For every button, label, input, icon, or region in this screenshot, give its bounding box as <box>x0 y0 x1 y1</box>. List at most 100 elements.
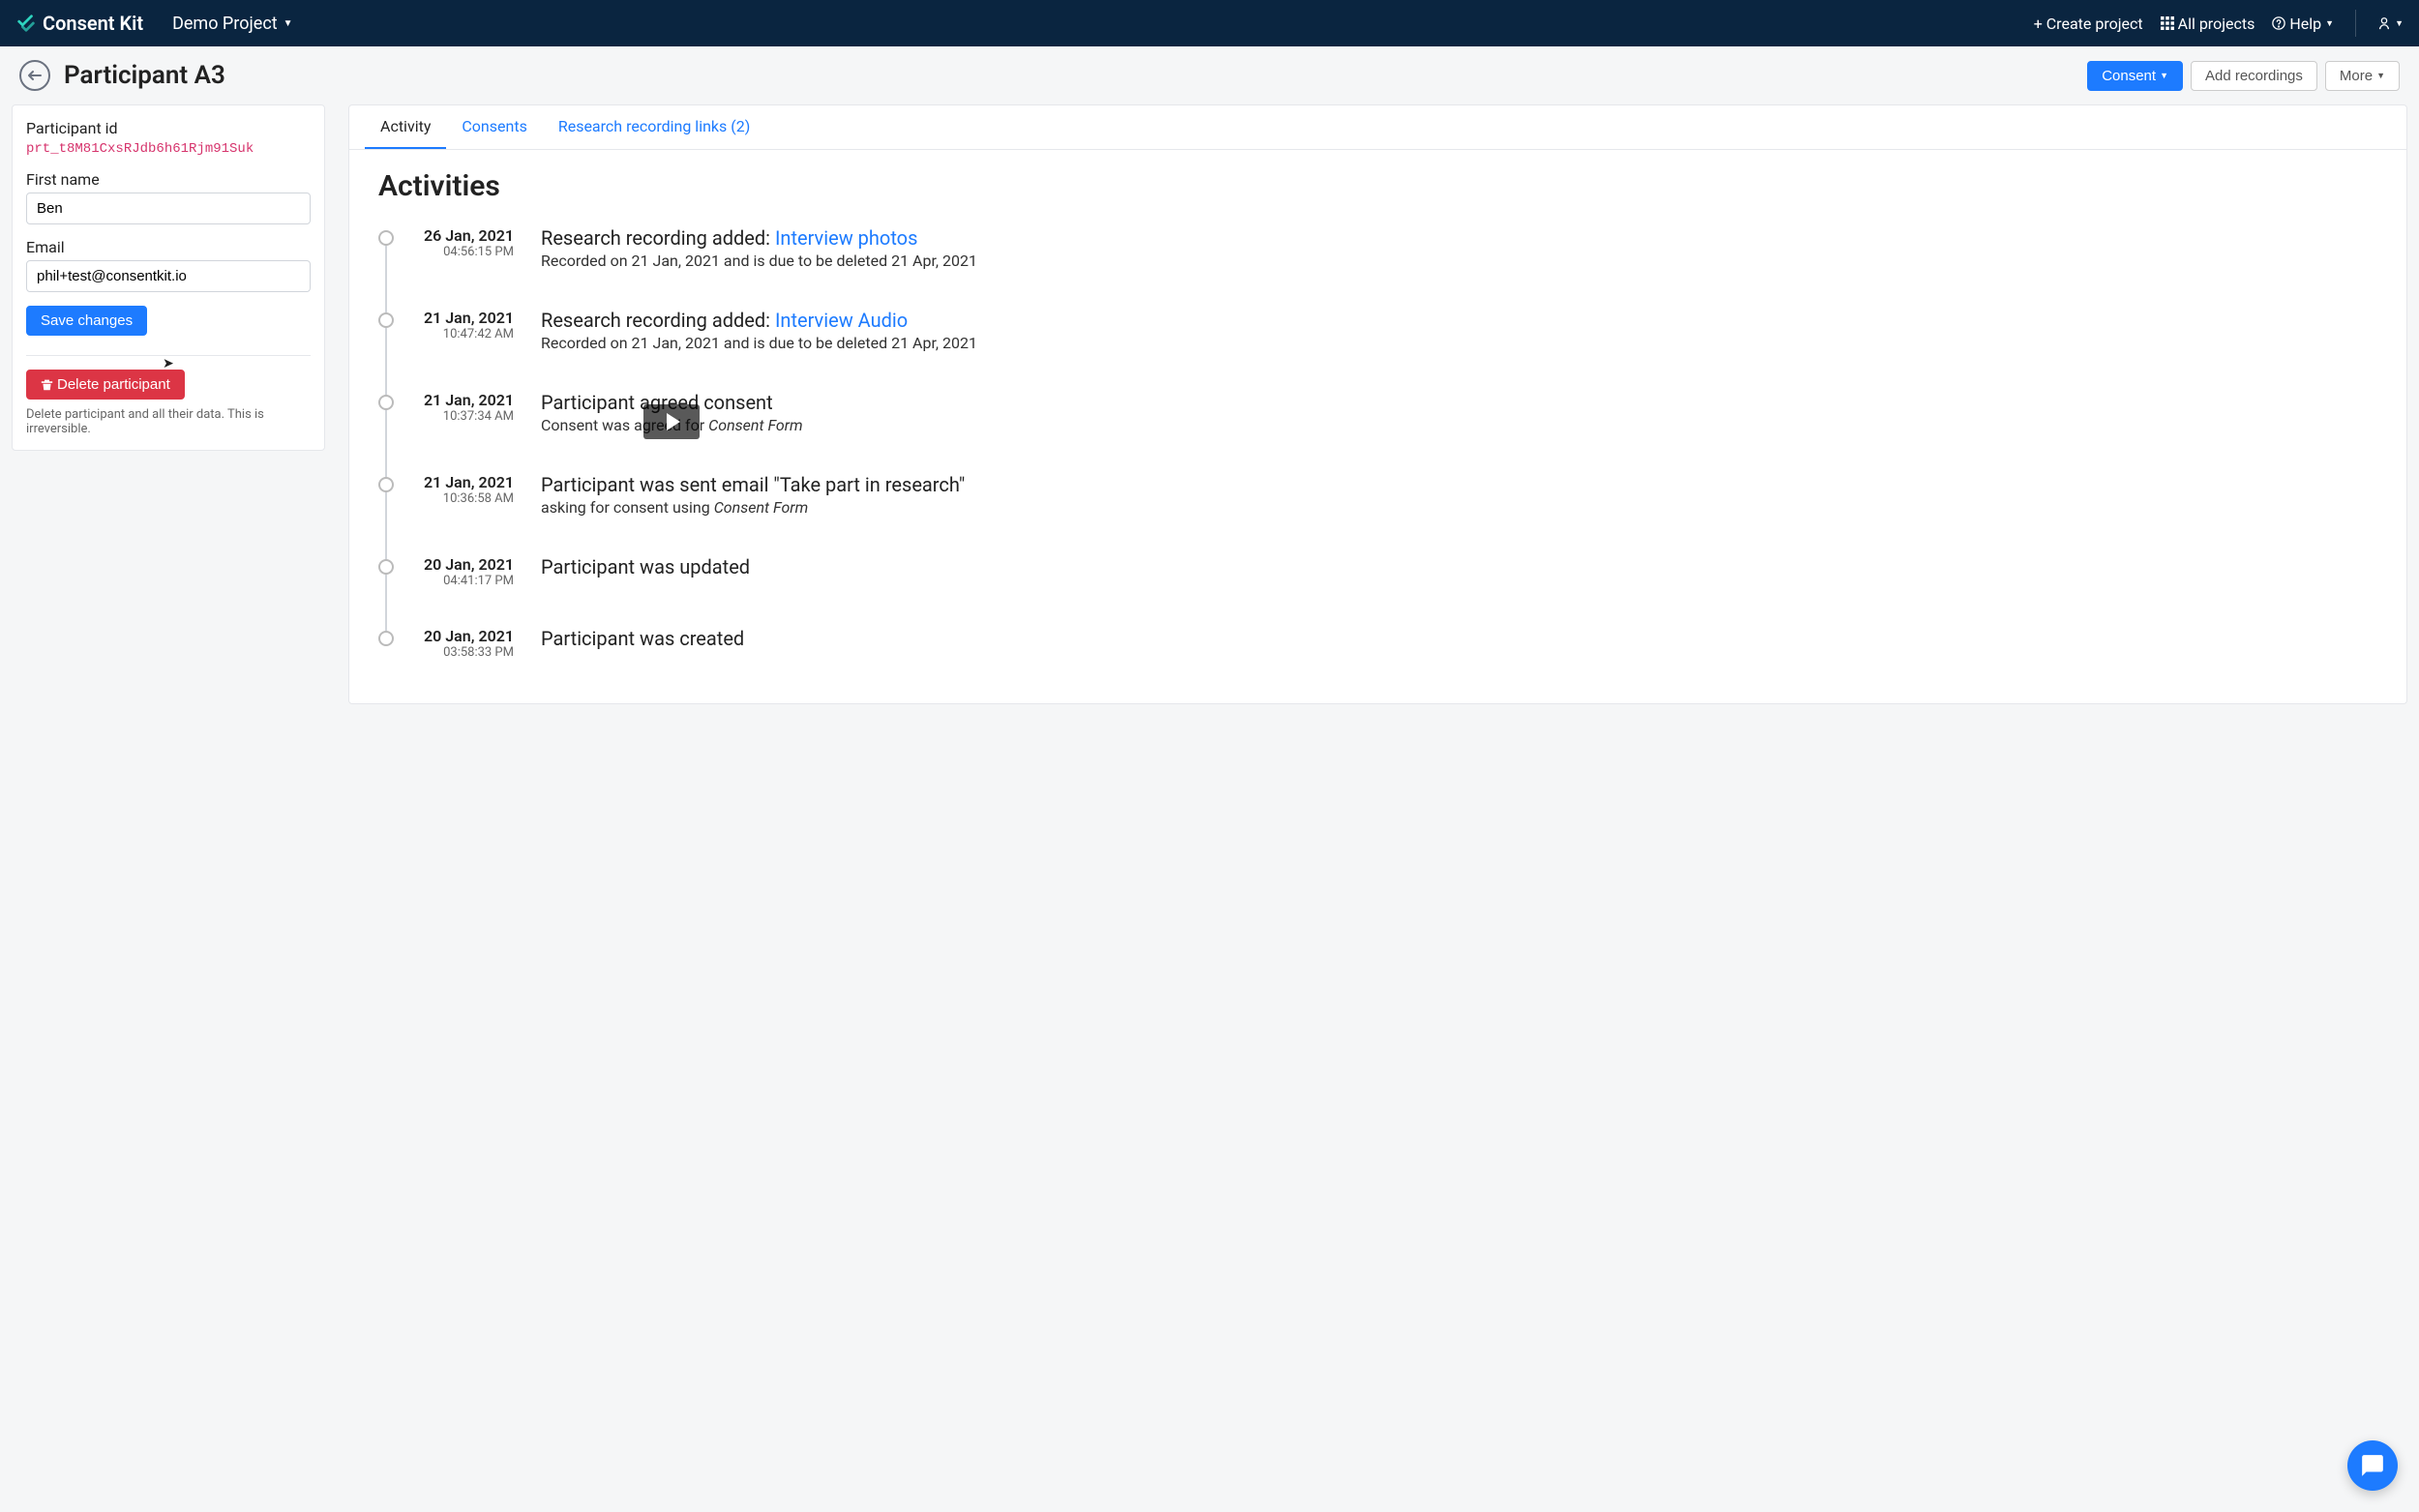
activity-date: 20 Jan, 2021 <box>421 555 514 574</box>
tab-activity[interactable]: Activity <box>365 105 446 149</box>
create-project-link[interactable]: + Create project <box>2034 15 2143 33</box>
timeline-dot <box>378 631 394 646</box>
brand-logo[interactable]: Consent Kit <box>15 12 143 35</box>
activity-title: Participant was created <box>541 627 2377 650</box>
help-label: Help <box>2289 15 2321 33</box>
timeline-dot <box>378 230 394 246</box>
divider <box>26 355 311 356</box>
activity-timestamp: 21 Jan, 2021 10:36:58 AM <box>421 473 514 517</box>
activity-date: 20 Jan, 2021 <box>421 627 514 645</box>
activity-description: Consent was agreed for Consent Form <box>541 416 2377 434</box>
activity-time: 04:41:17 PM <box>421 574 514 588</box>
first-name-input[interactable] <box>26 193 311 224</box>
activity-item: 21 Jan, 2021 10:36:58 AM Participant was… <box>378 473 2377 517</box>
page-title: Participant A3 <box>64 61 2087 90</box>
participant-form-panel: Participant id prt_t8M81CxsRJdb6h61Rjm91… <box>12 104 325 451</box>
more-button-label: More <box>2340 68 2373 84</box>
activity-date: 21 Jan, 2021 <box>421 391 514 409</box>
email-label: Email <box>26 238 311 256</box>
caret-down-icon: ▼ <box>2325 18 2334 29</box>
user-icon <box>2377 16 2391 30</box>
help-icon <box>2272 16 2285 30</box>
create-project-label: Create project <box>2046 15 2143 33</box>
activity-timeline: 26 Jan, 2021 04:56:15 PM Research record… <box>378 226 2377 660</box>
caret-down-icon: ▼ <box>2395 18 2404 29</box>
activity-description: Recorded on 21 Jan, 2021 and is due to b… <box>541 334 2377 352</box>
back-button[interactable] <box>19 60 50 91</box>
activity-time: 10:36:58 AM <box>421 491 514 506</box>
activity-timestamp: 20 Jan, 2021 03:58:33 PM <box>421 627 514 660</box>
delete-button-label: Delete participant <box>57 376 170 393</box>
tab-consents[interactable]: Consents <box>446 105 542 149</box>
delete-participant-button[interactable]: Delete participant <box>26 370 185 400</box>
activity-item: 21 Jan, 2021 10:47:42 AM Research record… <box>378 309 2377 352</box>
project-selector[interactable]: Demo Project ▼ <box>172 14 293 34</box>
nav-divider <box>2355 10 2356 37</box>
activity-title: Participant was sent email "Take part in… <box>541 473 2377 496</box>
tabs: Activity Consents Research recording lin… <box>349 105 2406 150</box>
timeline-dot <box>378 477 394 492</box>
grid-icon <box>2161 16 2174 30</box>
activity-time: 10:47:42 AM <box>421 327 514 341</box>
activity-title: Research recording added: Interview phot… <box>541 226 2377 250</box>
activity-item: 26 Jan, 2021 04:56:15 PM Research record… <box>378 226 2377 270</box>
caret-down-icon: ▼ <box>284 18 293 29</box>
activity-date: 21 Jan, 2021 <box>421 473 514 491</box>
activity-date: 21 Jan, 2021 <box>421 309 514 327</box>
help-link[interactable]: Help ▼ <box>2272 15 2334 33</box>
page-header: Participant A3 Consent ▼ Add recordings … <box>0 46 2419 104</box>
activity-title-text: Participant was created <box>541 627 744 650</box>
save-changes-button[interactable]: Save changes <box>26 306 147 336</box>
brand-text: Consent Kit <box>43 12 143 35</box>
top-navbar: Consent Kit Demo Project ▼ + Create proj… <box>0 0 2419 46</box>
consent-button-label: Consent <box>2102 68 2156 84</box>
user-menu[interactable]: ▼ <box>2377 16 2404 30</box>
project-name: Demo Project <box>172 14 278 34</box>
video-play-button[interactable] <box>643 404 700 439</box>
activity-title-prefix: Research recording added: <box>541 309 775 332</box>
email-input[interactable] <box>26 260 311 292</box>
all-projects-label: All projects <box>2178 15 2255 33</box>
activity-time: 10:37:34 AM <box>421 409 514 424</box>
activity-time: 04:56:15 PM <box>421 245 514 259</box>
plus-icon: + <box>2034 15 2043 33</box>
activity-title-text: Participant was sent email "Take part in… <box>541 473 965 496</box>
chat-icon <box>2360 1453 2385 1478</box>
activity-timestamp: 20 Jan, 2021 04:41:17 PM <box>421 555 514 588</box>
activities-heading: Activities <box>378 169 2377 203</box>
consent-button[interactable]: Consent ▼ <box>2087 61 2183 91</box>
all-projects-link[interactable]: All projects <box>2161 15 2255 33</box>
caret-down-icon: ▼ <box>2376 71 2385 80</box>
chat-launcher-button[interactable] <box>2347 1440 2398 1491</box>
activity-time: 03:58:33 PM <box>421 645 514 660</box>
activity-title-link[interactable]: Interview Audio <box>775 309 908 332</box>
delete-hint-text: Delete participant and all their data. T… <box>26 407 311 436</box>
activity-title: Research recording added: Interview Audi… <box>541 309 2377 332</box>
activity-date: 26 Jan, 2021 <box>421 226 514 245</box>
timeline-dot <box>378 312 394 328</box>
add-recordings-button[interactable]: Add recordings <box>2191 61 2317 91</box>
activity-timestamp: 26 Jan, 2021 04:56:15 PM <box>421 226 514 270</box>
timeline-dot <box>378 395 394 410</box>
trash-icon <box>41 378 53 391</box>
caret-down-icon: ▼ <box>2160 71 2168 80</box>
tab-recordings[interactable]: Research recording links (2) <box>543 105 765 149</box>
activity-title-prefix: Research recording added: <box>541 226 775 250</box>
logo-icon <box>15 13 37 34</box>
activity-title-link[interactable]: Interview photos <box>775 226 917 250</box>
participant-id-value: prt_t8M81CxsRJdb6h61Rjm91Suk <box>26 141 311 157</box>
activity-title-text: Participant was updated <box>541 555 750 578</box>
activity-timestamp: 21 Jan, 2021 10:37:34 AM <box>421 391 514 434</box>
timeline-dot <box>378 559 394 575</box>
first-name-label: First name <box>26 170 311 189</box>
activity-title: Participant agreed consent <box>541 391 2377 414</box>
activity-description: Recorded on 21 Jan, 2021 and is due to b… <box>541 252 2377 270</box>
activity-title: Participant was updated <box>541 555 2377 578</box>
activity-item: 20 Jan, 2021 04:41:17 PM Participant was… <box>378 555 2377 588</box>
more-button[interactable]: More ▼ <box>2325 61 2400 91</box>
participant-id-label: Participant id <box>26 119 311 137</box>
activity-description: asking for consent using Consent Form <box>541 498 2377 517</box>
activity-timestamp: 21 Jan, 2021 10:47:42 AM <box>421 309 514 352</box>
activity-item: 20 Jan, 2021 03:58:33 PM Participant was… <box>378 627 2377 660</box>
arrow-left-icon <box>27 68 43 83</box>
